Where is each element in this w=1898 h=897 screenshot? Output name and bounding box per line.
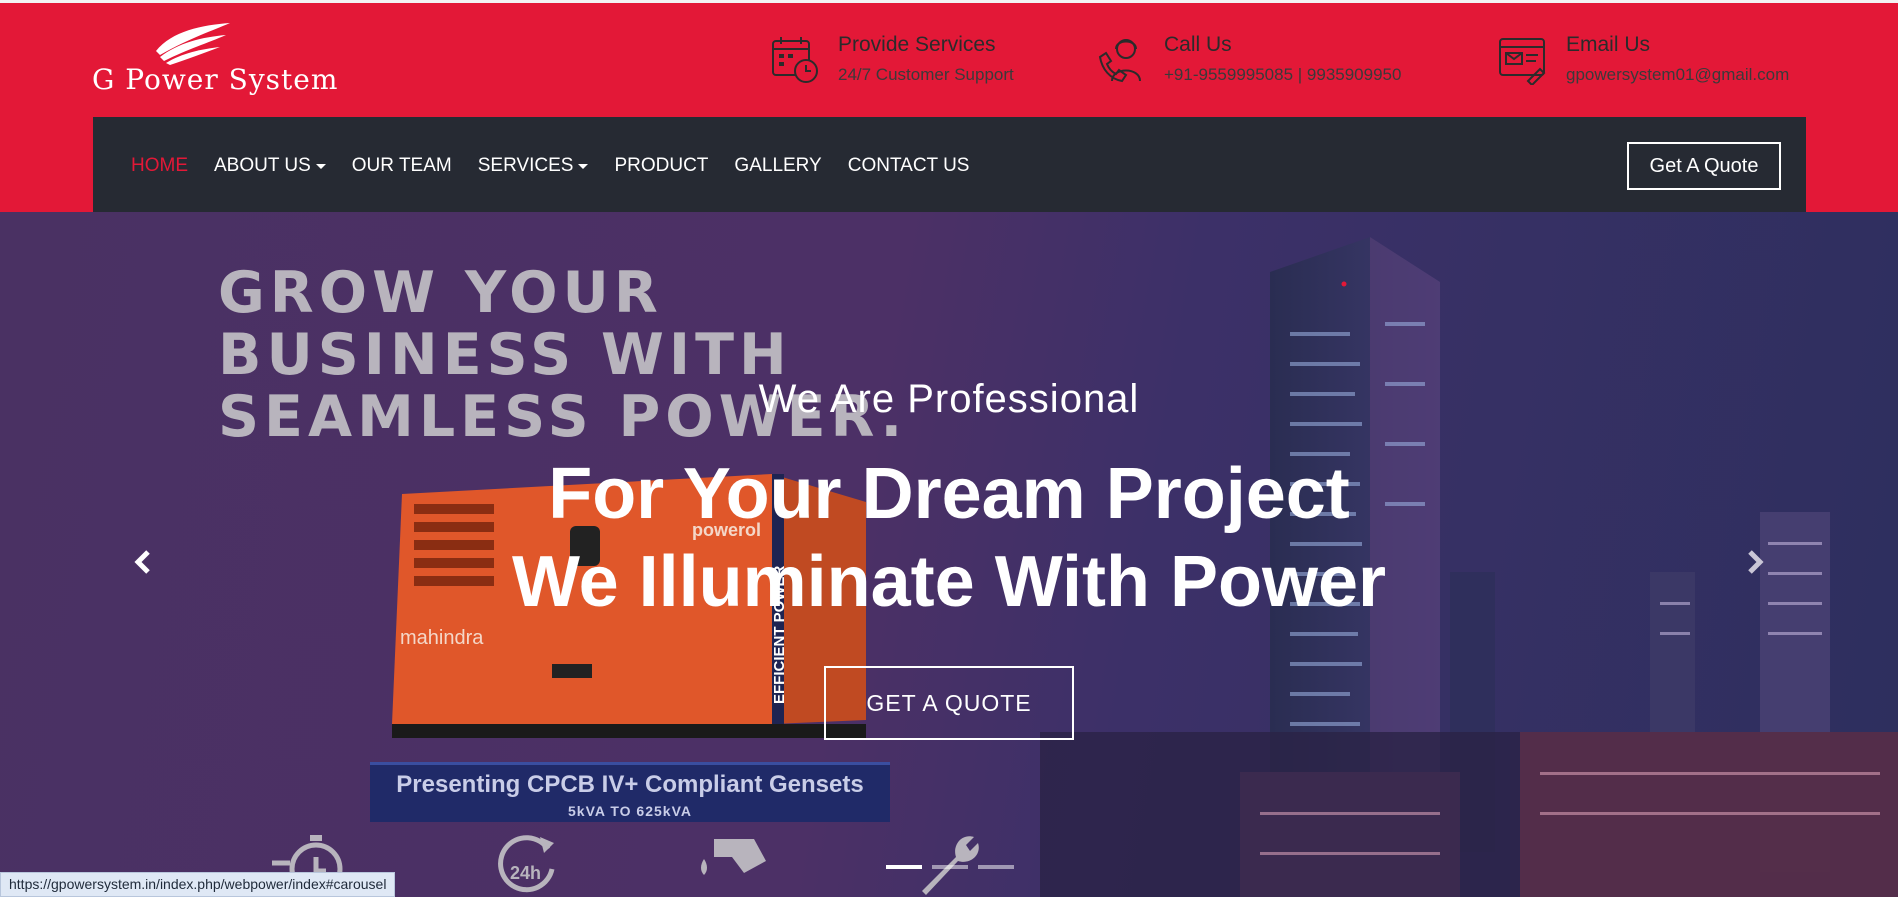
calendar-clock-icon [772,37,818,83]
nav-item-our-team[interactable]: OUR TEAM [352,155,452,177]
nav-item-contact-us[interactable]: CONTACT US [848,155,970,177]
services-subtitle: 24/7 Customer Support [838,65,1014,84]
call-info: Call Us +91-9559995085 | 9935909950 [1096,33,1436,89]
nav-item-about-us[interactable]: ABOUT US [214,155,326,177]
wing-logo-icon [156,23,230,65]
email-address[interactable]: gpowersystem01@gmail.com [1566,65,1789,85]
hero-subtitle: We Are Professional [758,377,1140,421]
caret-down-icon [578,163,589,169]
nav-menu: HOME ABOUT US OUR TEAM SERVICES PRODUCT … [131,155,969,177]
get-a-quote-button[interactable]: Get A Quote [1627,142,1781,190]
email-browser-icon [1499,38,1546,85]
main-navbar: HOME ABOUT US OUR TEAM SERVICES PRODUCT … [93,117,1806,215]
nav-item-label: OUR TEAM [351,155,452,176]
wrench-icon [922,836,979,895]
carousel-indicators [886,865,1014,869]
call-phone-numbers[interactable]: +91-9559995085 | 9935909950 [1164,65,1401,85]
promo-banner-range: 5kVA TO 625kVA [568,803,692,819]
nav-item-home[interactable]: HOME [131,155,188,177]
nav-item-gallery[interactable]: GALLERY [734,155,821,177]
nav-item-label: ABOUT US [214,155,311,176]
nav-item-services[interactable]: SERVICES [478,155,589,177]
nav-item-product[interactable]: PRODUCT [614,155,708,177]
nav-item-label: SERVICES [477,155,574,176]
24h-service-icon: 24h [498,835,555,893]
promo-banner: Presenting CPCB IV+ Compliant Gensets 5k… [370,762,890,822]
carousel-next-chevron-icon[interactable] [1740,542,1770,582]
hero-title-line: For Your Dream Project [548,454,1350,534]
carousel-prev-chevron-icon[interactable] [128,542,158,582]
hero-carousel: GROW YOUR BUSINESS WITH SEAMLESS POWER. … [0,212,1898,897]
email-info: Email Us gpowersystem01@gmail.com [1498,33,1808,89]
promo-heading-line: GROW YOUR [218,260,663,326]
email-title: Email Us [1566,33,1651,56]
brand-name: G Power System [92,63,339,96]
hero-title: For Your Dream Project We Illuminate Wit… [0,450,1898,626]
nav-item-label: GALLERY [734,155,822,176]
caret-down-icon [315,163,326,169]
brand-logo[interactable]: G Power System [92,21,337,101]
promo-banner-title: Presenting CPCB IV+ Compliant Gensets [396,771,864,798]
services-title: Provide Services [838,33,996,56]
call-title: Call Us [1164,33,1232,56]
browser-status-url: https://gpowersystem.in/index.php/webpow… [0,872,396,897]
nav-item-label: HOME [131,155,188,176]
top-header: G Power System Provide Services 24/7 Cus… [0,0,1898,215]
nav-item-label: PRODUCT [614,155,709,176]
fuel-nozzle-icon [701,839,766,875]
hero-get-a-quote-button[interactable]: GET A QUOTE [824,666,1074,740]
services-info: Provide Services 24/7 Customer Support [770,33,1040,89]
24h-label: 24h [510,863,541,883]
carousel-indicator[interactable] [886,865,922,869]
support-agent-phone-icon [1098,39,1141,83]
nav-item-label: CONTACT US [847,155,970,176]
genset-brand: mahindra [400,627,484,649]
carousel-indicator[interactable] [932,865,968,869]
carousel-indicator[interactable] [978,865,1014,869]
hero-title-line: We Illuminate With Power [511,542,1387,622]
